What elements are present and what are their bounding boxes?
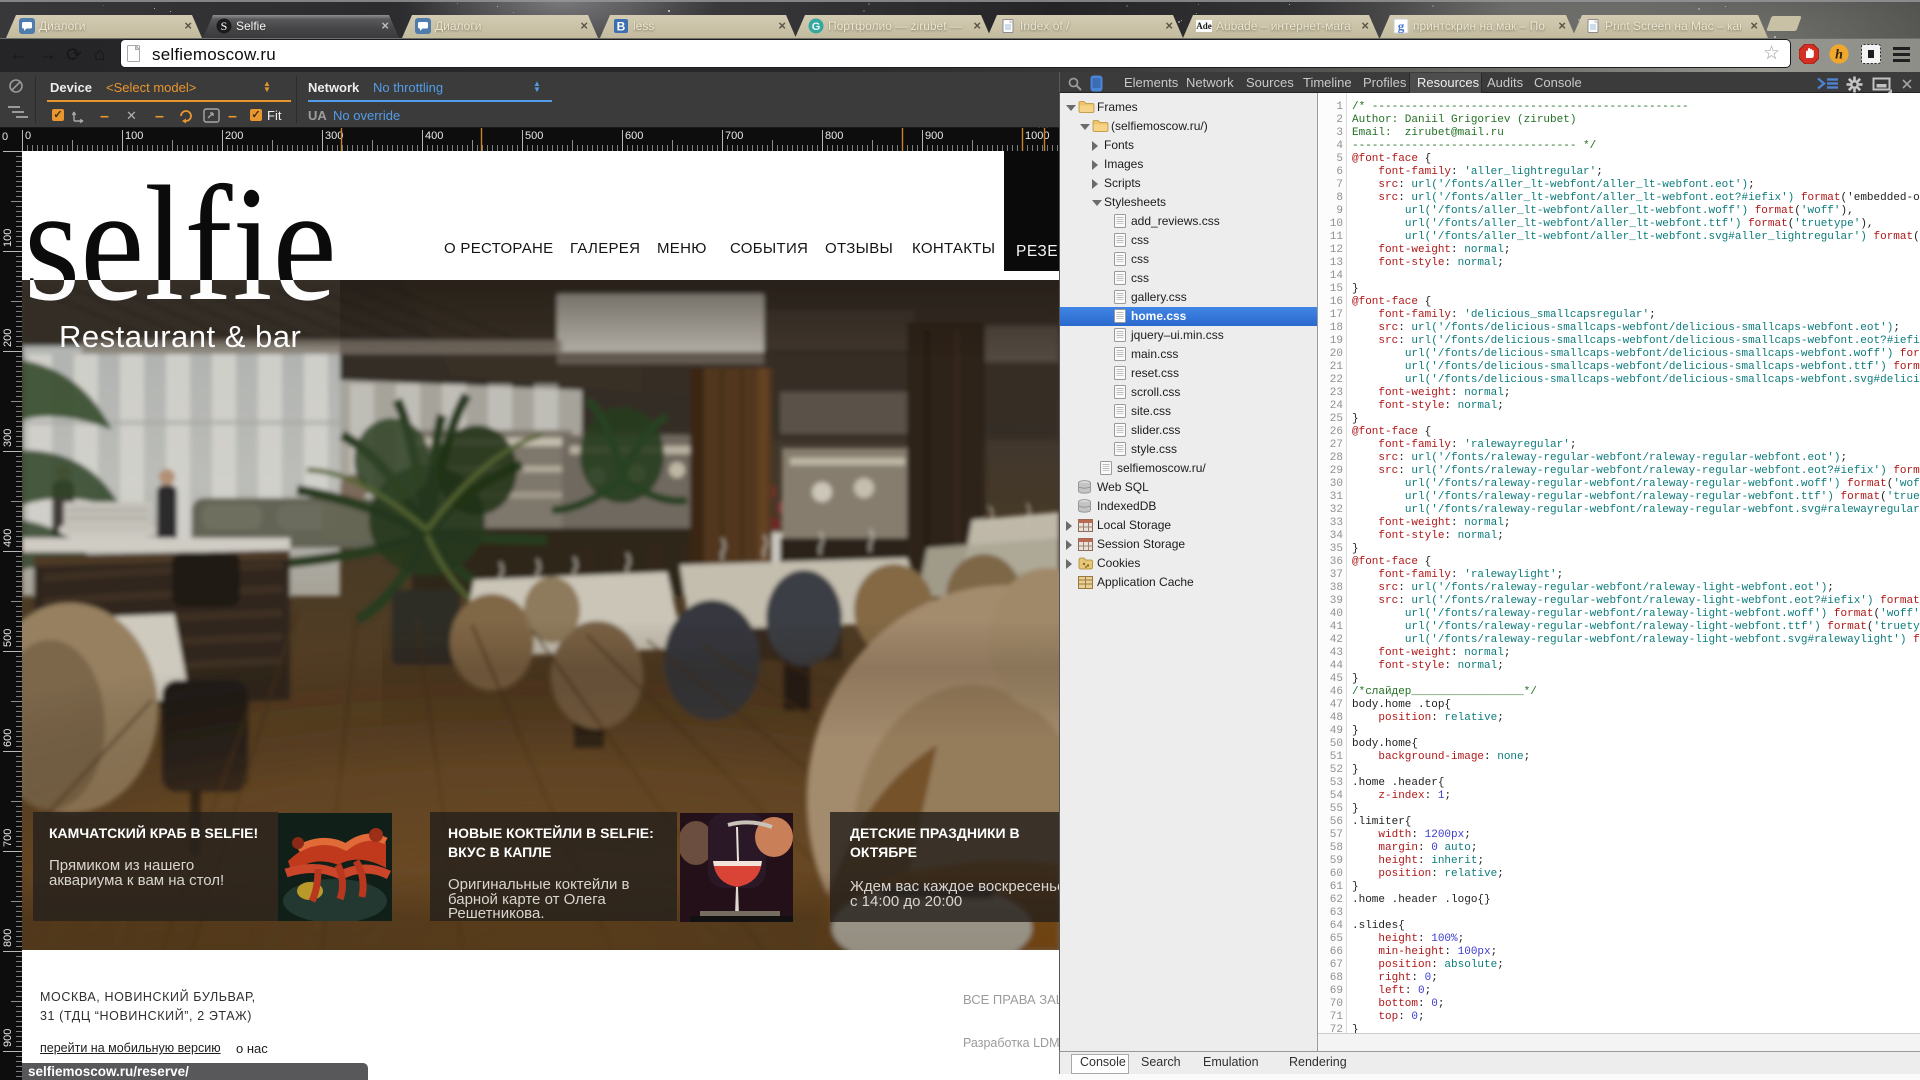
svg-text:800: 800 [825,130,843,142]
svg-text:g: g [1398,19,1405,34]
svg-text:900: 900 [2,1029,14,1047]
svg-text:600: 600 [625,130,643,142]
svg-text:900: 900 [925,130,943,142]
svg-text:800: 800 [2,929,14,947]
svg-text:300: 300 [2,429,14,447]
svg-text:1000: 1000 [1025,130,1049,142]
svg-text:500: 500 [525,130,543,142]
svg-text:S: S [221,19,228,33]
svg-text:400: 400 [2,529,14,547]
svg-text:600: 600 [2,729,14,747]
svg-text:200: 200 [225,130,243,142]
svg-text:100: 100 [125,130,143,142]
svg-text:700: 700 [2,829,14,847]
svg-text:100: 100 [2,229,14,247]
svg-text:400: 400 [425,130,443,142]
svg-text:B: B [617,20,626,34]
svg-text:700: 700 [725,130,743,142]
svg-text:G: G [812,21,821,33]
svg-text:h: h [1835,48,1843,63]
svg-text:Ade: Ade [1196,21,1212,31]
svg-text:300: 300 [325,130,343,142]
svg-text:0: 0 [25,130,31,142]
svg-text:200: 200 [2,329,14,347]
svg-text:500: 500 [2,629,14,647]
